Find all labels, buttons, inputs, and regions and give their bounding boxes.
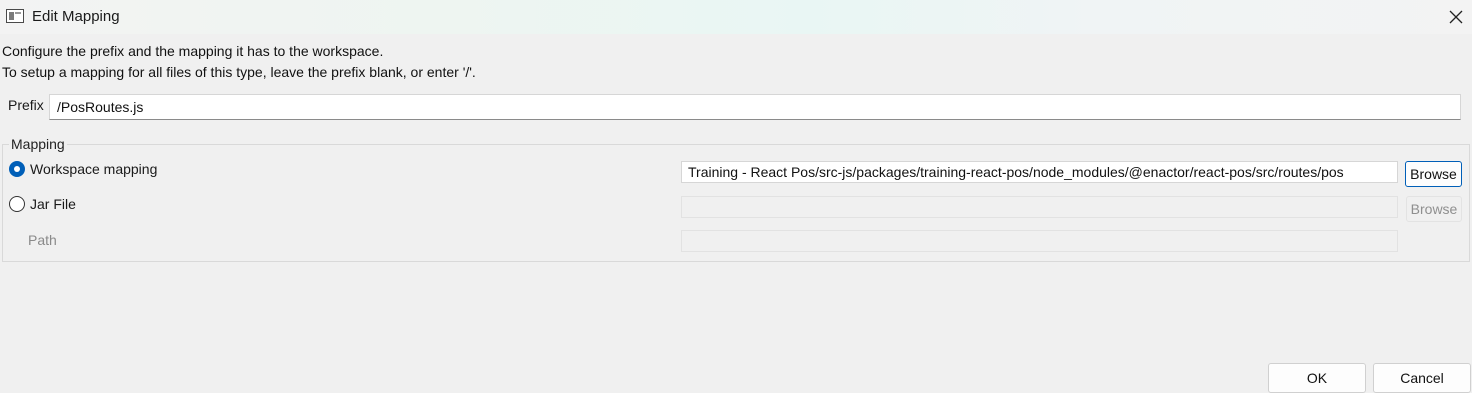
jar-browse-button: Browse (1406, 196, 1462, 222)
prefix-label: Prefix (8, 97, 44, 113)
workspace-mapping-label: Workspace mapping (30, 161, 158, 177)
window-title: Edit Mapping (32, 8, 120, 25)
window-app-icon (6, 9, 24, 23)
description-line-2: To setup a mapping for all files of this… (2, 64, 476, 80)
ok-button[interactable]: OK (1268, 363, 1366, 393)
workspace-mapping-radio[interactable] (9, 161, 25, 177)
prefix-input[interactable] (49, 94, 1461, 120)
close-icon (1449, 10, 1463, 24)
close-button[interactable] (1440, 2, 1472, 32)
title-bar: Edit Mapping (0, 0, 1472, 34)
path-label: Path (28, 232, 57, 248)
workspace-mapping-option[interactable]: Workspace mapping (9, 161, 157, 177)
jar-file-label: Jar File (30, 196, 76, 212)
path-field (681, 230, 1398, 252)
cancel-button[interactable]: Cancel (1373, 363, 1471, 393)
jar-file-option[interactable]: Jar File (9, 196, 76, 212)
workspace-browse-button[interactable]: Browse (1405, 161, 1462, 187)
mapping-group-label: Mapping (9, 136, 67, 152)
description-line-1: Configure the prefix and the mapping it … (2, 43, 384, 59)
workspace-mapping-path-field[interactable] (681, 161, 1398, 183)
jar-file-field (681, 196, 1398, 218)
jar-file-radio[interactable] (9, 196, 25, 212)
